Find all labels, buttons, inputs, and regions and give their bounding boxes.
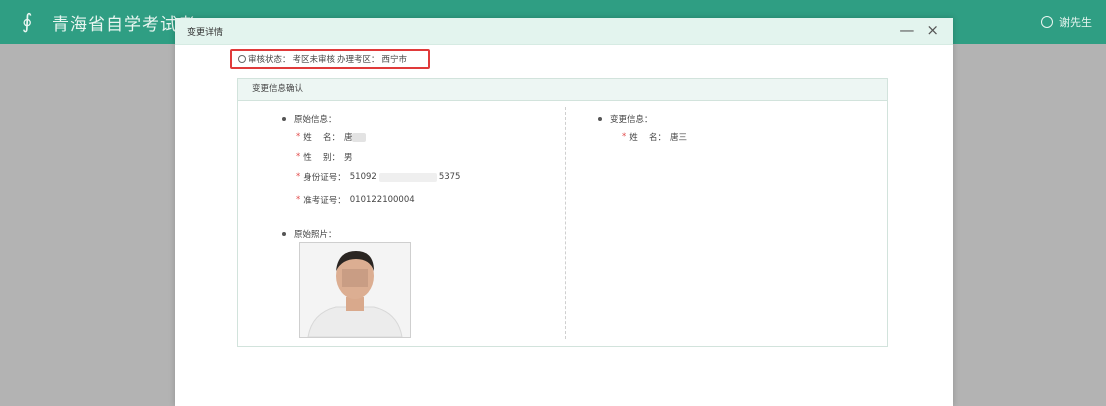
district-label: 办理考区： (337, 55, 380, 65)
original-info-title: 原始信息： (282, 113, 337, 125)
user-icon (1041, 16, 1053, 28)
logo-icon: ∮ (22, 9, 33, 33)
panel-title: 变更信息确认 (238, 79, 887, 101)
original-id-suffix: 5375 (438, 172, 461, 182)
original-exam-value: 010122100004 (349, 195, 415, 205)
changed-name-value: 唐三 (669, 133, 687, 143)
bullet-icon (598, 117, 602, 121)
user-menu[interactable]: 谢先生 (1041, 14, 1092, 30)
close-button[interactable]: × (926, 21, 939, 39)
modal-title: 变更详情 (187, 28, 224, 38)
status-circle-icon (238, 55, 246, 63)
original-exam-row: * 准考证号： 010122100004 (296, 195, 415, 206)
changed-info-title: 变更信息： (598, 113, 653, 125)
column-divider (565, 107, 566, 339)
modal-controls: — × (899, 21, 939, 39)
change-detail-modal: 变更详情 — × 审核状态： 考区未审核 办理考区： 西宁市 变更信息确认 原始… (175, 18, 953, 406)
minimize-button[interactable]: — (899, 21, 914, 39)
district-value: 西宁市 (381, 55, 408, 65)
modal-header: 变更详情 — × (175, 18, 953, 45)
bullet-icon (282, 232, 286, 236)
original-id-prefix: 51092 (349, 172, 377, 182)
original-name-value: 唐 (343, 133, 353, 143)
original-name-row: * 姓 名： 唐 (296, 131, 367, 143)
user-name: 谢先生 (1059, 16, 1092, 29)
original-gender-row: * 性 别： 男 (296, 152, 353, 163)
change-confirm-panel: 变更信息确认 原始信息： * 姓 名： 唐 * 性 别： 男 * 身份证号： 5… (237, 78, 888, 347)
original-photo (299, 242, 411, 338)
redacted-mask (378, 172, 437, 182)
redacted-mask (352, 132, 367, 142)
original-photo-title: 原始照片： (282, 228, 337, 240)
audit-status-box: 审核状态： 考区未审核 办理考区： 西宁市 (230, 49, 430, 69)
audit-status-label: 审核状态： (248, 55, 291, 65)
bullet-icon (282, 117, 286, 121)
original-gender-value: 男 (343, 153, 353, 163)
changed-name-row: * 姓 名： 唐三 (622, 132, 687, 143)
audit-status-value: 考区未审核 (292, 55, 336, 65)
original-id-row: * 身份证号： 51092 5375 (296, 172, 461, 183)
